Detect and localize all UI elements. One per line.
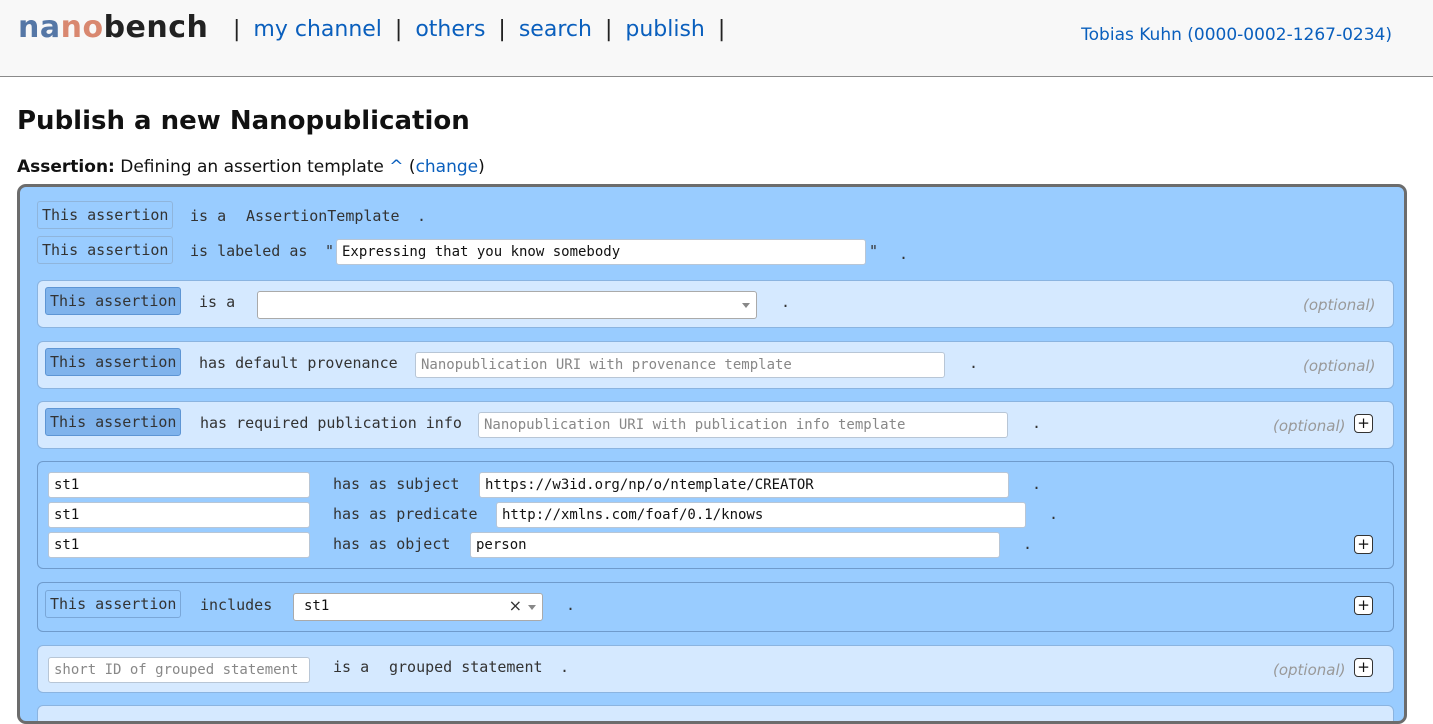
labeled-as-predicate: is labeled as [190,242,308,260]
object-input[interactable]: person [470,532,1000,558]
top-bar: nanobench | my channel | others | search… [0,0,1433,77]
nav-search[interactable]: search [519,17,592,42]
grouped-statement-row: short ID of grouped statement is a group… [37,645,1394,693]
statement-end-dot: . [899,245,909,263]
optional-label: (optional) [1273,661,1346,679]
assertion-panel: This assertion is a AssertionTemplate . … [17,184,1407,724]
change-template-link[interactable]: change [416,157,479,177]
includes-selected-value: st1 [304,598,330,614]
includes-select[interactable]: st1 × [293,593,543,621]
optional-pubinfo-row: This assertion has required publication … [37,401,1394,449]
main-nav: | my channel | others | search | publish… [233,17,726,42]
statement-end-dot: . [560,658,570,676]
optional-provenance-row: This assertion has default provenance Na… [37,341,1394,389]
dropdown-arrow-icon [528,605,536,610]
includes-predicate: includes [200,596,273,614]
predicate-input[interactable]: http://xmlns.com/foaf/0.1/knows [496,502,1026,528]
assertion-template-type: AssertionTemplate [246,207,400,225]
this-assertion-chip: This assertion [37,201,174,229]
add-include-button[interactable]: + [1354,596,1373,615]
provenance-uri-input[interactable]: Nanopublication URI with provenance temp… [415,352,945,378]
has-predicate-predicate: has as predicate [333,505,478,523]
has-object-predicate: has as object [333,535,451,553]
optional-label: (optional) [1303,357,1376,375]
type-select[interactable] [257,291,757,319]
assertion-template-line: Assertion: Defining an assertion templat… [17,157,485,177]
open-quote: " [325,242,335,260]
user-profile-link[interactable]: Tobias Kuhn (0000-0002-1267-0234) [1081,25,1392,45]
dropdown-arrow-icon [742,303,750,308]
grouped-id-input[interactable]: short ID of grouped statement [48,657,310,683]
add-pubinfo-button[interactable]: + [1354,414,1373,433]
statement-end-dot: . [1023,535,1033,553]
statement-end-dot: . [417,207,427,225]
has-subject-predicate: has as subject [333,475,460,493]
pubinfo-uri-input[interactable]: Nanopublication URI with publication inf… [478,412,1008,438]
statement-end-dot: . [1032,414,1042,432]
statement-end-dot: . [781,293,791,311]
nav-my-channel[interactable]: my channel [253,17,382,42]
subject-input[interactable]: https://w3id.org/np/o/ntemplate/CREATOR [479,472,1009,498]
add-statement-button[interactable]: + [1354,535,1373,554]
this-assertion-chip: This assertion [45,348,182,376]
is-a-predicate: is a [333,658,370,676]
is-a-predicate: is a [190,207,227,225]
label-input[interactable]: Expressing that you know somebody [336,239,866,265]
caret-up-icon[interactable]: ^ [389,157,403,177]
optional-label: (optional) [1303,296,1376,314]
add-grouped-button[interactable]: + [1354,658,1373,677]
clear-selection-icon[interactable]: × [509,596,522,615]
this-assertion-chip: This assertion [45,408,182,436]
statement-end-dot: . [566,596,576,614]
this-assertion-chip: This assertion [45,287,182,315]
this-assertion-chip: This assertion [45,590,182,618]
close-quote: " [869,242,879,260]
page-title: Publish a new Nanopublication [17,106,470,136]
grouped-statement-type: grouped statement [389,658,543,676]
statement-end-dot: . [969,354,979,372]
statement-id-input[interactable]: st1 [48,502,310,528]
nav-publish[interactable]: publish [625,17,705,42]
optional-label: (optional) [1273,417,1346,435]
required-pubinfo-predicate: has required publication info [200,414,462,432]
statement-id-input[interactable]: st1 [48,532,310,558]
default-provenance-predicate: has default provenance [199,354,398,372]
is-a-predicate: is a [199,293,236,311]
includes-row: This assertion includes st1 × . + [37,582,1394,632]
statement-block: st1 has as subject https://w3id.org/np/o… [37,461,1394,569]
statement-end-dot: . [1032,475,1042,493]
assertion-template-name: Defining an assertion template [120,157,384,177]
statement-id-input[interactable]: st1 [48,472,310,498]
statement-end-dot: . [1049,505,1059,523]
optional-type-row: This assertion is a . (optional) [37,280,1394,328]
this-assertion-chip: This assertion [37,236,174,264]
nanobench-logo[interactable]: nanobench [18,10,208,45]
nav-others[interactable]: others [415,17,485,42]
